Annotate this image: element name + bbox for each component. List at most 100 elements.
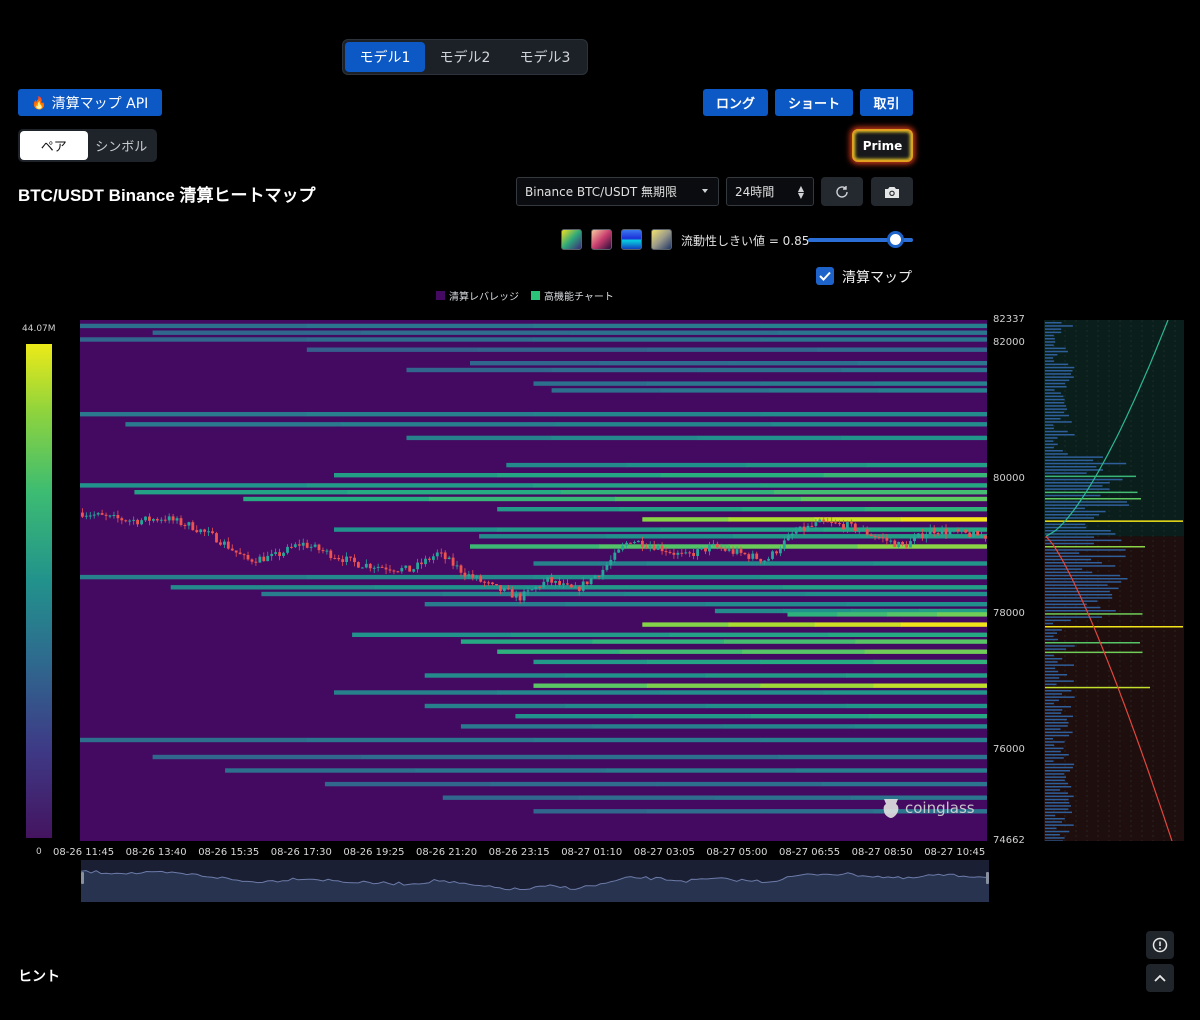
heat-band [470, 544, 600, 549]
period-select-value: 24時間 [735, 185, 775, 199]
heat-band [778, 330, 987, 335]
candle-body [609, 559, 613, 566]
legend-item-advanced-chart[interactable]: 高機能チャート [531, 288, 614, 303]
x-tick-label: 08-27 06:55 [779, 847, 841, 858]
depth-bar [1045, 328, 1062, 330]
candle-body [84, 515, 88, 517]
candle-body [810, 525, 814, 527]
heat-band [606, 768, 798, 773]
heat-band [606, 534, 734, 539]
heat-band [578, 585, 784, 590]
legend-item-leverage[interactable]: 清算レバレッジ [436, 288, 519, 303]
toggle-symbol[interactable]: シンボル [88, 131, 156, 160]
depth-bar [1045, 533, 1116, 535]
toggle-pair[interactable]: ペア [20, 131, 88, 160]
candle-body [782, 540, 786, 549]
candle-body [439, 552, 443, 554]
candle-body [179, 518, 183, 525]
x-tick-label: 08-26 21:20 [416, 847, 478, 858]
heat-band [152, 754, 362, 760]
exchange-select[interactable]: Binance BTC/USDT 無期限 [516, 177, 719, 206]
heat-band [669, 632, 829, 637]
color-scheme-cividis[interactable] [651, 229, 672, 250]
x-tick-label: 08-26 11:45 [53, 847, 115, 858]
liquidity-threshold-thumb[interactable] [887, 231, 904, 248]
candle-body [128, 520, 132, 522]
depth-bar [1045, 341, 1056, 343]
color-scheme-magma[interactable] [591, 229, 612, 250]
heat-band [778, 754, 987, 760]
depth-bar [1045, 504, 1130, 506]
screenshot-button[interactable] [871, 177, 913, 206]
candle-body [432, 556, 435, 560]
candle-body [424, 558, 427, 565]
depth-bar [1045, 747, 1064, 750]
depth-bar [1045, 837, 1065, 839]
heat-band [261, 591, 444, 597]
heat-band [864, 649, 987, 654]
tab-model2[interactable]: モデル2 [425, 42, 505, 72]
depth-bar [1045, 491, 1138, 494]
heat-band [533, 483, 761, 488]
feedback-button[interactable] [1146, 931, 1174, 959]
colorbar-max-label: 44.07M [22, 324, 56, 334]
liquidation-map-api-button[interactable]: 🔥 清算マップ API [18, 89, 162, 116]
period-select[interactable]: 24時間 ▲ ▼ [726, 177, 814, 206]
short-button[interactable]: ショート [775, 89, 853, 116]
heat-band [855, 639, 987, 644]
candle-body [148, 516, 151, 521]
prime-button[interactable]: Prime [852, 129, 913, 162]
depth-bar [1045, 574, 1121, 577]
candle-body [262, 556, 266, 562]
liquidation-heatmap[interactable] [80, 320, 987, 841]
x-tick-label: 08-26 15:35 [198, 847, 260, 858]
heat-band [334, 527, 498, 532]
heat-band [760, 737, 987, 743]
long-button[interactable]: ロング [703, 89, 768, 116]
y-tick-label: 82000 [993, 336, 1025, 348]
heat-band [828, 632, 987, 637]
depth-bar [1045, 434, 1075, 436]
candle-body [463, 572, 467, 577]
depth-bar [1045, 462, 1127, 465]
refresh-button[interactable] [821, 177, 863, 206]
depth-bar [1045, 594, 1113, 596]
color-scheme-viridis[interactable] [561, 229, 582, 250]
candle-body [566, 583, 569, 585]
candle-body [451, 557, 455, 566]
candle-body [495, 584, 498, 586]
depth-bar [1045, 584, 1108, 586]
candle-body [207, 531, 210, 533]
colorbar [26, 344, 52, 838]
depth-bar [1045, 459, 1094, 462]
depth-bar [1045, 840, 1064, 841]
heat-band [592, 639, 725, 644]
scroll-top-button[interactable] [1146, 964, 1174, 992]
heat-band [728, 517, 816, 522]
color-scheme-blue[interactable] [621, 229, 642, 250]
depth-bar [1045, 619, 1071, 622]
trade-button[interactable]: 取引 [860, 89, 913, 116]
heat-band [705, 602, 847, 607]
heat-band [660, 690, 825, 695]
heat-band [533, 323, 761, 329]
time-range-navigator[interactable] [80, 860, 990, 902]
heat-band [760, 574, 987, 580]
candle-body [333, 558, 337, 559]
tab-model1[interactable]: モデル1 [345, 42, 425, 72]
x-tick-label: 08-27 10:45 [924, 847, 986, 858]
depth-bar [1045, 469, 1103, 471]
depth-bar [1045, 453, 1068, 455]
candle-body [727, 549, 731, 551]
depth-bar [1045, 626, 1183, 628]
depth-bar [1045, 610, 1116, 612]
candle-body [656, 545, 660, 550]
tab-model3[interactable]: モデル3 [505, 42, 585, 72]
liquidation-map-checkbox[interactable] [816, 267, 834, 285]
liquidation-depth-panel [1044, 320, 1184, 841]
candle-body [159, 519, 163, 521]
candle-body [664, 551, 668, 553]
candle-body [112, 515, 116, 516]
depth-bar [1045, 562, 1102, 564]
depth-bar [1045, 389, 1055, 391]
